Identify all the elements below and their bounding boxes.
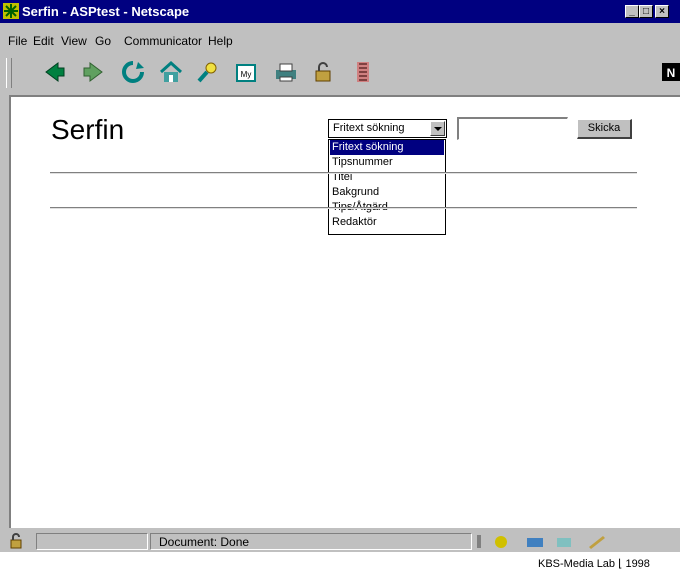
component-bar xyxy=(477,535,605,549)
divider xyxy=(50,207,637,209)
menu-help[interactable]: Help xyxy=(208,34,233,48)
page-content: Serfin Fritext sökning Fritext sökning T… xyxy=(9,95,680,528)
print-icon[interactable] xyxy=(273,59,299,85)
netscape-logo-icon: N xyxy=(662,63,680,81)
option-fritext[interactable]: Fritext sökning xyxy=(330,140,444,155)
menu-edit[interactable]: Edit xyxy=(33,34,54,48)
security-icon[interactable] xyxy=(311,59,337,85)
status-text: Document: Done xyxy=(159,535,250,549)
browser-window: Serfin - ASPtest - Netscape _ □ × File E… xyxy=(0,0,680,552)
reload-icon[interactable] xyxy=(120,59,146,85)
minimize-button[interactable]: _ xyxy=(625,5,639,18)
menu-communicator[interactable]: Communicator xyxy=(124,34,202,48)
search-icon[interactable] xyxy=(195,59,221,85)
title-bar: Serfin - ASPtest - Netscape _ □ × xyxy=(0,0,680,23)
forward-icon[interactable] xyxy=(80,59,106,85)
netscape-app-icon xyxy=(3,3,19,19)
window-title: Serfin - ASPtest - Netscape xyxy=(22,4,190,19)
back-icon[interactable] xyxy=(42,59,68,85)
composer-icon xyxy=(589,536,605,549)
menu-go[interactable]: Go xyxy=(95,34,111,48)
discussions-icon xyxy=(557,538,571,547)
navigator-icon xyxy=(495,536,507,548)
maximize-button[interactable]: □ xyxy=(639,5,653,18)
search-field-dropdown: Fritext sökning Tipsnummer Titel Bakgrun… xyxy=(328,139,446,235)
home-icon[interactable] xyxy=(158,59,184,85)
menu-view[interactable]: View xyxy=(61,34,87,48)
svg-text:N: N xyxy=(667,66,676,80)
status-bar: Document: Done xyxy=(0,530,680,552)
close-button[interactable]: × xyxy=(655,5,669,18)
my-netscape-icon[interactable]: My xyxy=(233,59,259,85)
mail-icon xyxy=(527,538,543,547)
submit-button[interactable]: Skicka xyxy=(577,119,632,139)
status-cell: Document: Done xyxy=(150,533,472,550)
lock-icon[interactable] xyxy=(6,533,26,550)
search-field-select[interactable]: Fritext sökning xyxy=(328,119,447,138)
stop-icon[interactable] xyxy=(350,59,376,85)
progress-cell xyxy=(36,533,148,550)
menu-bar: File Edit View Go Communicator Help xyxy=(0,34,680,52)
menu-file[interactable]: File xyxy=(8,34,27,48)
image-caption: KBS-Media Lab ⌊ 1998 xyxy=(538,558,650,570)
search-input[interactable] xyxy=(457,117,568,140)
option-redaktor[interactable]: Redaktör xyxy=(330,215,444,230)
svg-text:My: My xyxy=(241,70,252,79)
select-value: Fritext sökning xyxy=(333,122,405,134)
divider xyxy=(50,172,637,174)
option-bakgrund[interactable]: Bakgrund xyxy=(330,185,444,200)
navigation-toolbar: My N xyxy=(0,56,680,92)
chevron-down-icon[interactable] xyxy=(430,121,445,136)
site-logo: Serfin xyxy=(51,114,125,145)
toolbar-grip[interactable] xyxy=(6,58,12,88)
option-tipsnummer[interactable]: Tipsnummer xyxy=(330,155,444,170)
